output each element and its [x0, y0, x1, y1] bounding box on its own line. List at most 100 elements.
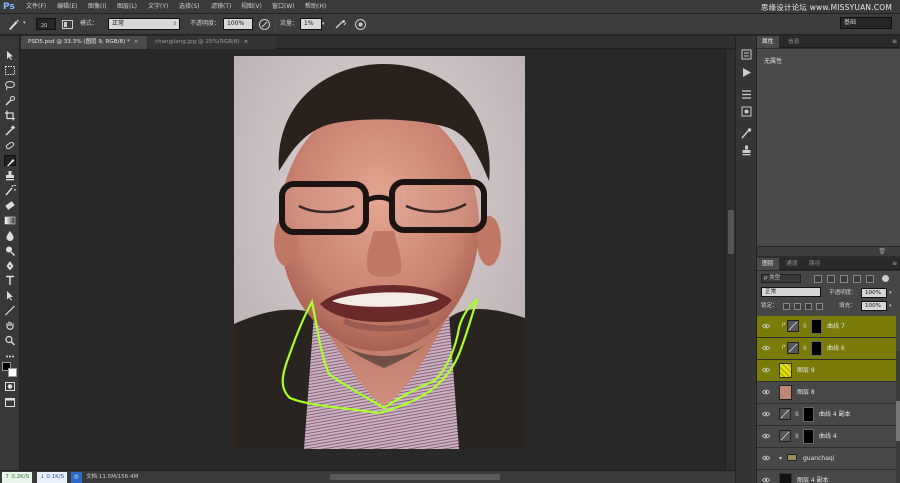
- scrollbar-thumb[interactable]: [728, 210, 734, 254]
- canvas-horizontal-scrollbar[interactable]: [330, 474, 500, 480]
- brush-tool-icon[interactable]: [7, 18, 20, 31]
- canvas-vertical-scrollbar[interactable]: [725, 50, 735, 470]
- tab-channels[interactable]: 通道: [781, 258, 803, 270]
- styles-panel-icon[interactable]: [740, 105, 753, 118]
- brush-panel-icon[interactable]: [61, 18, 74, 31]
- scrollbar-thumb[interactable]: [896, 401, 900, 441]
- document-size[interactable]: 文档:11.5M/156.4M: [86, 473, 138, 482]
- type-tool-icon[interactable]: [4, 275, 16, 286]
- history-brush-tool-icon[interactable]: [4, 185, 16, 196]
- type-filter-icon[interactable]: [840, 275, 848, 283]
- menu-edit[interactable]: 编辑(E): [57, 3, 77, 11]
- tab-paths[interactable]: 路径: [804, 258, 826, 270]
- layer-opacity-input[interactable]: 100%: [861, 288, 887, 298]
- clone-stamp-tool-icon[interactable]: [4, 170, 16, 181]
- crop-tool-icon[interactable]: [4, 110, 16, 121]
- network-icon[interactable]: ◎: [71, 472, 82, 483]
- close-icon[interactable]: ×: [134, 36, 139, 49]
- layer-row[interactable]: 图层 4 副本: [757, 470, 896, 483]
- flow-dropdown-arrow[interactable]: ▾: [322, 20, 325, 28]
- eye-icon[interactable]: [762, 345, 770, 351]
- layer-thumbnail[interactable]: [779, 363, 792, 378]
- filter-toggle-icon[interactable]: [882, 275, 889, 282]
- menu-window[interactable]: 窗口(W): [272, 3, 295, 11]
- menu-type[interactable]: 文字(Y): [148, 3, 168, 11]
- close-icon[interactable]: ×: [244, 36, 249, 49]
- history-panel-icon[interactable]: [740, 48, 753, 61]
- fill-input[interactable]: 100%: [861, 301, 887, 311]
- layer-row[interactable]: ▾ guanchaqi: [757, 448, 896, 470]
- background-color-swatch[interactable]: [8, 368, 17, 377]
- layer-row[interactable]: 图层 9: [757, 360, 896, 382]
- move-tool-icon[interactable]: [4, 50, 16, 61]
- mode-select[interactable]: 正常 ⇕: [108, 18, 180, 30]
- menu-help[interactable]: 帮助(H): [305, 3, 326, 11]
- brush-presets-icon[interactable]: [740, 127, 753, 140]
- tool-preset-arrow[interactable]: ▾: [23, 19, 26, 27]
- layer-mask-thumbnail[interactable]: [811, 319, 822, 334]
- line-tool-icon[interactable]: [4, 305, 16, 316]
- layer-thumbnail[interactable]: [779, 385, 792, 400]
- chevron-down-icon[interactable]: ▾: [889, 302, 892, 310]
- tab-properties[interactable]: 属性: [757, 36, 779, 48]
- gradient-tool-icon[interactable]: [4, 215, 16, 226]
- screen-mode-icon[interactable]: [4, 397, 16, 408]
- eyedropper-tool-icon[interactable]: [4, 125, 16, 136]
- tab-changjiang[interactable]: changjiang.jpg @ 25%(RGB/8) ×: [148, 36, 276, 49]
- eraser-tool-icon[interactable]: [4, 200, 16, 211]
- menu-layer[interactable]: 图层(L): [117, 3, 137, 11]
- eye-icon[interactable]: [762, 367, 770, 373]
- more-tools-icon[interactable]: [4, 351, 16, 362]
- chain-link-icon[interactable]: 8: [803, 323, 807, 331]
- pressure-size-icon[interactable]: [354, 18, 367, 31]
- blend-mode-select[interactable]: 正常: [761, 287, 821, 297]
- menu-file[interactable]: 文件(F): [26, 3, 46, 11]
- quick-selection-tool-icon[interactable]: [4, 95, 16, 106]
- lasso-tool-icon[interactable]: [4, 80, 16, 91]
- layer-filter-select[interactable]: ρ 类型: [761, 274, 801, 283]
- marquee-tool-icon[interactable]: [4, 65, 16, 76]
- eye-icon[interactable]: [762, 323, 770, 329]
- eye-icon[interactable]: [762, 411, 770, 417]
- hand-tool-icon[interactable]: [4, 320, 16, 331]
- chain-link-icon[interactable]: 8: [795, 433, 799, 441]
- quick-mask-icon[interactable]: [4, 381, 16, 392]
- blur-tool-icon[interactable]: [4, 230, 16, 241]
- layer-mask-thumbnail[interactable]: [803, 407, 814, 422]
- healing-brush-tool-icon[interactable]: [4, 140, 16, 151]
- pen-tool-icon[interactable]: [4, 260, 16, 271]
- lock-position-icon[interactable]: [805, 303, 812, 310]
- lock-transparency-icon[interactable]: [783, 303, 790, 310]
- layer-row[interactable]: ↱ 8 曲线 7: [757, 316, 896, 338]
- chevron-down-icon[interactable]: ▾: [889, 289, 892, 297]
- menu-image[interactable]: 图像(I): [88, 3, 106, 11]
- menu-select[interactable]: 选择(S): [179, 3, 200, 11]
- airbrush-icon[interactable]: [334, 18, 347, 31]
- layer-row[interactable]: 图层 8: [757, 382, 896, 404]
- eye-icon[interactable]: [762, 433, 770, 439]
- brush-size-picker[interactable]: 20: [36, 18, 56, 30]
- pressure-opacity-icon[interactable]: [258, 18, 271, 31]
- eye-icon[interactable]: [762, 389, 770, 395]
- layer-row[interactable]: 8 曲线 4 副本: [757, 404, 896, 426]
- pixel-filter-icon[interactable]: [814, 275, 822, 283]
- lock-pixels-icon[interactable]: [794, 303, 801, 310]
- layer-row[interactable]: ↱ 8 曲线 6: [757, 338, 896, 360]
- opacity-dropdown-arrow[interactable]: ▾: [246, 20, 249, 28]
- shape-filter-icon[interactable]: [853, 275, 861, 283]
- workspace-select[interactable]: 基础: [840, 17, 892, 29]
- trash-icon[interactable]: 🗑: [878, 248, 886, 255]
- adjustment-filter-icon[interactable]: [827, 275, 835, 283]
- zoom-tool-icon[interactable]: [4, 335, 16, 346]
- chain-link-icon[interactable]: 8: [803, 345, 807, 353]
- smart-object-filter-icon[interactable]: [866, 275, 874, 283]
- layer-row[interactable]: 8 曲线 4: [757, 426, 896, 448]
- adjustments-panel-icon[interactable]: [740, 88, 753, 101]
- panel-menu-icon[interactable]: ≡: [892, 260, 897, 268]
- tab-info[interactable]: 信息: [783, 36, 805, 48]
- menu-view[interactable]: 视图(V): [241, 3, 262, 11]
- layers-scrollbar[interactable]: [896, 351, 900, 483]
- path-selection-tool-icon[interactable]: [4, 290, 16, 301]
- eye-icon[interactable]: [762, 477, 770, 483]
- brush-tool-icon[interactable]: [4, 155, 16, 167]
